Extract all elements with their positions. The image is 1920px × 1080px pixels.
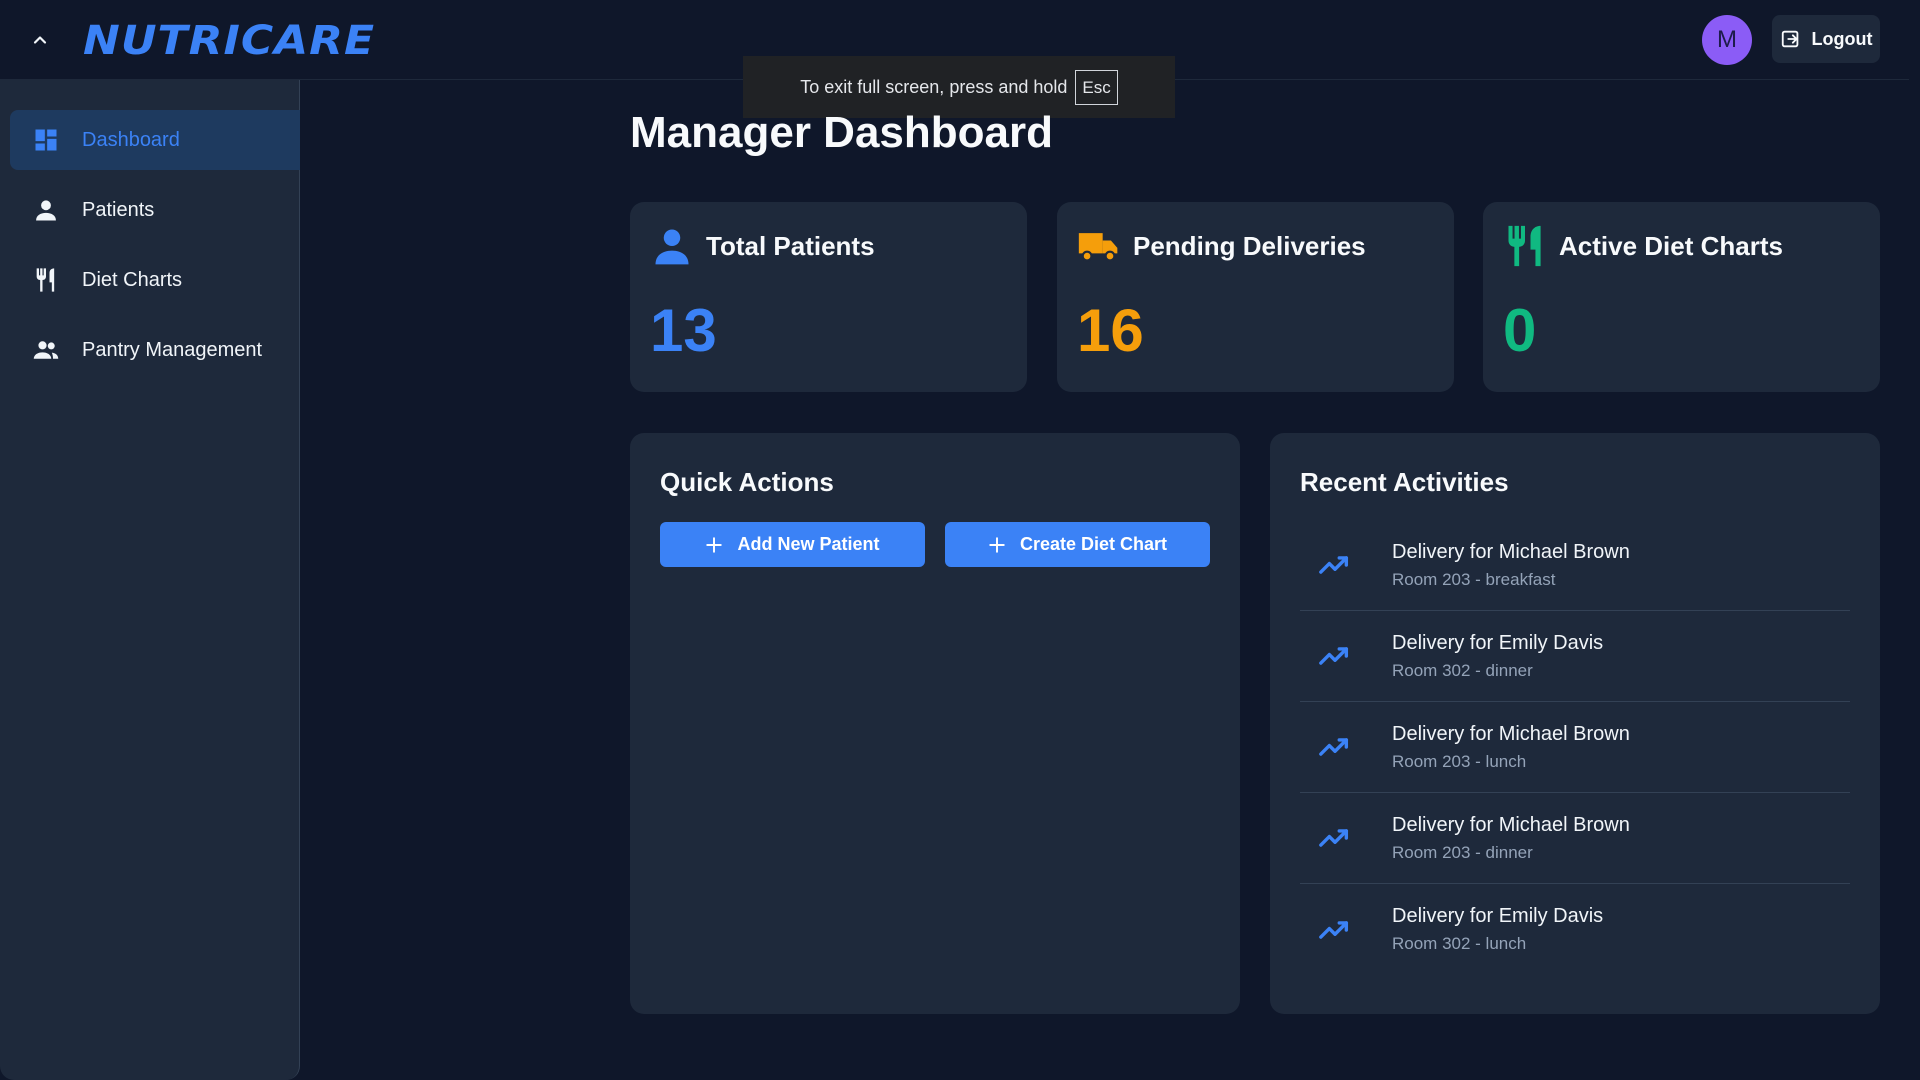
sidebar-item-label: Patients [82,198,155,221]
activity-item[interactable]: Delivery for Emily Davis Room 302 - dinn… [1300,611,1850,702]
trending-up-icon [1319,738,1349,756]
page-title: Manager Dashboard [630,108,1053,157]
stat-value: 13 [650,297,717,364]
sidebar-item-label: Pantry Management [82,338,263,361]
person-icon [36,200,56,221]
trending-up-icon [1319,556,1349,574]
logout-icon [1781,30,1798,48]
plus-icon [989,536,1005,553]
activity-item[interactable]: Delivery for Michael Brown Room 203 - br… [1300,520,1850,611]
activity-subtitle: Room 203 - lunch [1392,751,1527,771]
recent-activities-panel: Recent Activities Delivery for Michael B… [1270,433,1880,1014]
activity-item[interactable]: Delivery for Emily Davis Room 302 - lunc… [1300,884,1850,975]
stat-title: Pending Deliveries [1133,230,1366,261]
truck-icon [1078,233,1118,262]
stat-card-total-patients: Total Patients 13 [630,202,1027,392]
activity-title: Delivery for Michael Brown [1392,813,1630,836]
chevron-up-icon [33,36,47,44]
trending-up-icon [1319,647,1349,665]
sidebar-item-label: Dashboard [82,128,180,151]
stat-card-pending-deliveries: Pending Deliveries 16 [1057,202,1454,392]
activity-subtitle: Room 203 - breakfast [1392,569,1556,589]
activity-item[interactable]: Delivery for Michael Brown Room 203 - lu… [1300,702,1850,793]
stat-card-active-diet-charts: Active Diet Charts 0 [1483,202,1880,392]
activity-subtitle: Room 302 - lunch [1392,934,1527,953]
sidebar-item-label: Diet Charts [82,268,183,291]
activity-title: Delivery for Emily Davis [1392,631,1604,654]
logout-label: Logout [1811,28,1873,49]
toast-message: To exit full screen, press and hold [800,76,1068,97]
activity-title: Delivery for Michael Brown [1392,722,1630,745]
sidebar-item-dashboard[interactable]: Dashboard [10,110,300,170]
utensils-icon [36,268,55,292]
quick-actions-title: Quick Actions [660,467,834,497]
trending-up-icon [1319,829,1349,847]
nutricare-logo[interactable]: NUTRICARE [83,17,375,64]
people-icon [33,341,59,359]
activity-subtitle: Room 203 - dinner [1392,842,1533,862]
trending-up-icon [1319,920,1349,939]
sidebar-item-diet-charts[interactable]: Diet Charts [10,250,300,310]
collapse-button[interactable] [24,24,56,56]
activity-item[interactable]: Delivery for Michael Brown Room 203 - di… [1300,793,1850,884]
logout-button[interactable]: Logout [1772,15,1880,63]
person-icon [655,229,689,265]
sidebar-item-pantry-management[interactable]: Pantry Management [10,320,300,380]
esc-key-hint: Esc [1075,69,1118,105]
stat-value: 16 [1077,297,1144,364]
dashboard-icon [35,129,57,151]
add-new-patient-button[interactable]: Add New Patient [660,522,925,567]
plus-icon [706,536,723,553]
activity-title: Delivery for Michael Brown [1392,540,1630,563]
stat-value: 0 [1503,297,1537,364]
stat-title: Total Patients [706,230,875,261]
button-label: Create Diet Chart [1019,534,1168,554]
sidebar: Dashboard Patients Diet Charts Pantry Ma… [0,80,300,1080]
button-label: Add New Patient [737,534,880,554]
recent-activities-title: Recent Activities [1300,467,1509,497]
stat-title: Active Diet Charts [1559,230,1783,261]
page-scrollbar[interactable] [1909,0,1920,1080]
create-diet-chart-button[interactable]: Create Diet Chart [945,522,1210,567]
activity-list: Delivery for Michael Brown Room 203 - br… [1300,520,1850,975]
quick-actions-panel: Quick Actions Add New Patient Create Die… [630,433,1240,1014]
activity-title: Delivery for Emily Davis [1392,905,1604,927]
utensils-icon [1508,225,1541,267]
user-avatar[interactable]: M [1702,15,1752,65]
activity-subtitle: Room 302 - dinner [1392,660,1533,680]
sidebar-item-patients[interactable]: Patients [10,180,300,240]
